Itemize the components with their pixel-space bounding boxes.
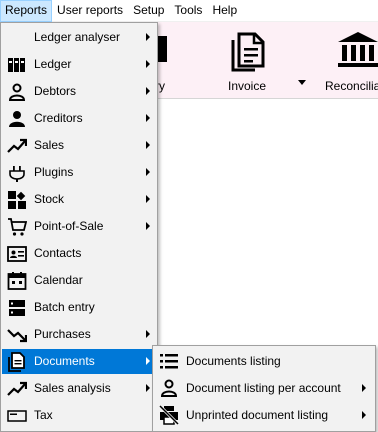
trend-up-icon (7, 381, 27, 396)
menu-item-tax[interactable]: Tax (2, 403, 156, 428)
menu-item-label: Stock (34, 192, 65, 206)
submenu-arrow-icon (146, 87, 150, 95)
batch-entry-icon (9, 300, 25, 316)
reconciliation-label: Reconciliati (325, 79, 378, 93)
person-outline-icon (160, 379, 178, 397)
reconciliation-button[interactable]: Reconciliati (318, 22, 378, 99)
submenu-arrow-icon (146, 357, 150, 365)
submenu-arrow-icon (146, 114, 150, 122)
menu-item-label: Documents (34, 354, 95, 368)
invoice-label: Invoice (227, 79, 267, 93)
submenu-arrow-icon (146, 330, 150, 338)
plug-icon (9, 166, 25, 182)
menu-item-calendar[interactable]: Calendar (2, 268, 156, 293)
menu-setup[interactable]: Setup (128, 0, 169, 22)
menu-user-reports[interactable]: User reports (52, 0, 128, 22)
menu-item-label: Sales analysis (34, 381, 111, 395)
invoice-icon (231, 32, 265, 72)
contact-card-icon (7, 246, 27, 262)
menu-item-label: Creditors (34, 111, 83, 125)
printer-off-icon (159, 405, 179, 425)
menu-item-label: Debtors (34, 84, 77, 98)
submenu-item-label: Document listing per account (186, 381, 341, 395)
menu-reports[interactable]: Reports (0, 0, 53, 22)
menu-item-label: Tax (34, 408, 53, 422)
submenu-arrow-icon (146, 222, 150, 230)
submenu-item-documents-listing[interactable]: Documents listing (154, 348, 374, 374)
menu-item-label: Ledger analyser (34, 30, 121, 44)
menu-item-debtors[interactable]: Debtors (2, 79, 156, 104)
menu-item-sales-analysis[interactable]: Sales analysis (2, 376, 156, 401)
submenu-item-document-listing-per-account[interactable]: Document listing per account (154, 375, 374, 401)
submenu-item-label: Unprinted document listing (186, 408, 329, 422)
list-icon (160, 354, 178, 369)
menu-item-ledger[interactable]: Ledger (2, 52, 156, 77)
reports-menu: Ledger analyser Ledger Debtors Creditors (0, 22, 158, 432)
person-outline-icon (8, 83, 26, 101)
calendar-icon (7, 272, 27, 290)
menu-item-label: Purchases (34, 327, 91, 341)
tax-card-icon (7, 410, 27, 422)
person-filled-icon (9, 111, 25, 127)
documents-submenu: Documents listing Document listing per a… (152, 345, 376, 432)
menu-tools[interactable]: Tools (169, 0, 207, 22)
invoice-button[interactable]: Invoice (215, 22, 279, 99)
submenu-arrow-icon (146, 384, 150, 392)
submenu-arrow-icon (146, 33, 150, 41)
menu-item-documents[interactable]: Documents (2, 349, 156, 374)
stock-blocks-icon (8, 191, 26, 209)
menu-item-stock[interactable]: Stock (2, 187, 156, 212)
menu-item-label: Sales (34, 138, 65, 152)
cart-icon (8, 218, 27, 236)
submenu-arrow-icon (146, 141, 150, 149)
bank-icon (338, 32, 378, 67)
trend-down-icon (7, 329, 27, 343)
submenu-arrow-icon (362, 384, 366, 392)
submenu-item-label: Documents listing (186, 354, 281, 368)
menu-item-label: Batch entry (34, 300, 95, 314)
menu-item-creditors[interactable]: Creditors (2, 106, 156, 131)
menu-item-plugins[interactable]: Plugins (2, 160, 156, 185)
submenu-item-unprinted-document-listing[interactable]: Unprinted document listing (154, 402, 374, 428)
menu-item-label: Point-of-Sale (34, 219, 104, 233)
menu-item-label: Contacts (34, 246, 82, 260)
trend-up-icon (7, 138, 27, 153)
submenu-arrow-icon (146, 168, 150, 176)
submenu-arrow-icon (146, 195, 150, 203)
menu-item-sales[interactable]: Sales (2, 133, 156, 158)
menu-item-contacts[interactable]: Contacts (2, 241, 156, 266)
ledger-books-icon (8, 58, 25, 72)
menu-item-label: Plugins (34, 165, 74, 179)
submenu-arrow-icon (362, 411, 366, 419)
submenu-arrow-icon (146, 60, 150, 68)
invoice-dropdown-icon[interactable] (298, 78, 306, 88)
documents-icon (8, 352, 25, 372)
menu-item-label: Calendar (34, 273, 83, 287)
menu-item-purchases[interactable]: Purchases (2, 322, 156, 347)
menu-item-batch-entry[interactable]: Batch entry (2, 295, 156, 320)
menu-help[interactable]: Help (207, 0, 242, 22)
menu-item-point-of-sale[interactable]: Point-of-Sale (2, 214, 156, 239)
menu-item-label: Ledger (34, 57, 72, 71)
menu-bar: Reports User reports Setup Tools Help (0, 0, 378, 22)
menu-item-ledger-analyser[interactable]: Ledger analyser (2, 25, 156, 50)
